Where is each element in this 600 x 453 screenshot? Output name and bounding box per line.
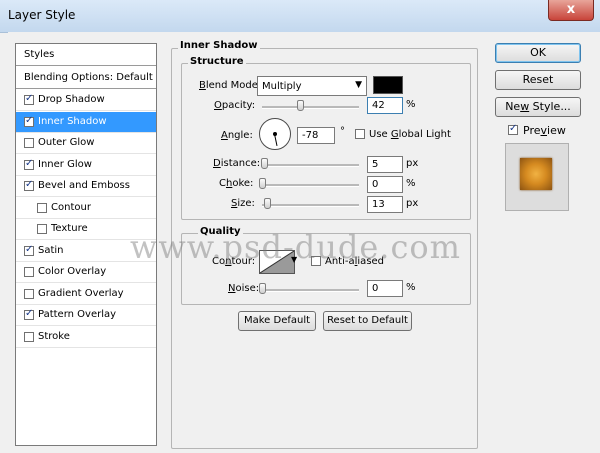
noise-field[interactable]: 0 — [367, 280, 403, 297]
use-global-light-checkbox[interactable] — [355, 129, 365, 139]
choke-unit: % — [406, 178, 416, 189]
style-item-label: Inner Shadow — [38, 115, 107, 127]
noise-slider-track[interactable] — [262, 289, 359, 292]
new-style-button[interactable]: New Style... — [495, 97, 581, 117]
style-item-label: Satin — [38, 244, 64, 256]
style-item-checkbox[interactable] — [24, 93, 34, 105]
styles-header[interactable]: Styles — [16, 44, 156, 66]
style-item-checkbox[interactable] — [37, 224, 47, 234]
watermark: www.psd-dude.com — [130, 228, 461, 266]
size-field[interactable]: 13 — [367, 196, 403, 213]
style-item-checkbox[interactable] — [24, 158, 34, 170]
blending-options-label: Blending Options: Default — [24, 72, 153, 83]
style-item[interactable]: Inner Shadow — [16, 111, 156, 133]
style-item-label: Gradient Overlay — [38, 287, 124, 299]
style-item-label: Inner Glow — [38, 158, 92, 170]
style-item-label: Pattern Overlay — [38, 309, 117, 320]
layer-style-dialog: Layer Style x Styles Blending Options: D… — [0, 0, 600, 453]
blend-mode-value: Multiply — [262, 81, 302, 92]
style-item-label: Color Overlay — [38, 266, 107, 277]
style-item[interactable]: Stroke — [16, 327, 156, 348]
structure-title: Structure — [188, 56, 246, 67]
style-item-label: Contour — [51, 201, 91, 213]
opacity-slider-track[interactable] — [262, 106, 359, 109]
opacity-slider-thumb[interactable] — [296, 100, 304, 111]
use-global-light-label: Use Global Light — [369, 129, 451, 140]
style-item-checkbox[interactable] — [24, 179, 34, 191]
style-item[interactable]: Contour — [16, 198, 156, 219]
make-default-button[interactable]: Make Default — [238, 311, 316, 331]
choke-label: Choke: — [219, 178, 254, 189]
style-item-checkbox[interactable] — [24, 331, 34, 342]
ok-button[interactable]: OK — [495, 43, 581, 63]
angle-label: Angle: — [221, 130, 253, 141]
style-item-checkbox[interactable] — [24, 244, 34, 256]
style-item-label: Drop Shadow — [38, 94, 105, 105]
blend-mode-label: Blend Mode: — [199, 80, 262, 91]
style-item-checkbox[interactable] — [37, 202, 47, 213]
angle-unit: ° — [340, 126, 345, 137]
preview-swatch — [520, 158, 552, 190]
style-item-checkbox[interactable] — [24, 288, 34, 299]
style-item[interactable]: Outer Glow — [16, 133, 156, 154]
style-item-label: Outer Glow — [38, 137, 95, 148]
distance-slider-track[interactable] — [262, 164, 359, 167]
noise-slider-thumb[interactable] — [259, 283, 266, 294]
preview-checkbox[interactable] — [508, 123, 518, 135]
preview-label: Preview — [523, 124, 566, 137]
title-bar: Layer Style x — [0, 0, 600, 33]
style-item-label: Texture — [51, 223, 88, 234]
noise-label: Noise: — [228, 283, 260, 294]
style-item-label: Bevel and Emboss — [38, 180, 130, 191]
angle-field[interactable]: -78 — [297, 127, 335, 144]
reset-button[interactable]: Reset — [495, 70, 581, 90]
style-item-label: Stroke — [38, 330, 70, 342]
blending-options-item[interactable]: Blending Options: Default — [16, 67, 156, 89]
style-item-checkbox[interactable] — [24, 138, 34, 148]
style-item[interactable]: Pattern Overlay — [16, 305, 156, 326]
style-item[interactable]: Inner Glow — [16, 155, 156, 176]
reset-to-default-button[interactable]: Reset to Default — [323, 311, 412, 331]
opacity-label: Opacity: — [214, 100, 256, 111]
style-item-checkbox[interactable] — [24, 308, 34, 320]
close-button[interactable]: x — [548, 0, 594, 21]
choke-slider-track[interactable] — [262, 184, 359, 187]
size-slider-track[interactable] — [262, 204, 359, 207]
style-preview-thumbnail — [505, 143, 569, 211]
blend-mode-select[interactable]: Multiply ▼ — [257, 76, 367, 96]
choke-slider-thumb[interactable] — [259, 178, 266, 189]
styles-header-label: Styles — [24, 49, 55, 60]
style-item[interactable]: Bevel and Emboss — [16, 176, 156, 197]
style-item[interactable]: Gradient Overlay — [16, 284, 156, 305]
distance-label: Distance: — [213, 158, 261, 169]
style-item[interactable]: Drop Shadow — [16, 90, 156, 111]
close-icon: x — [566, 2, 576, 17]
size-unit: px — [406, 198, 419, 209]
chevron-down-icon: ▼ — [355, 80, 362, 90]
distance-slider-thumb[interactable] — [260, 158, 268, 169]
style-item-checkbox[interactable] — [24, 267, 34, 277]
choke-field[interactable]: 0 — [367, 176, 403, 193]
size-label: Size: — [231, 198, 255, 209]
size-slider-thumb[interactable] — [263, 198, 271, 209]
distance-field[interactable]: 5 — [367, 156, 403, 173]
noise-unit: % — [406, 282, 416, 293]
window-title: Layer Style — [8, 8, 76, 22]
style-item-checkbox[interactable] — [24, 115, 34, 127]
opacity-field[interactable]: 42 — [367, 97, 403, 114]
shadow-color-swatch[interactable] — [373, 76, 403, 94]
distance-unit: px — [406, 158, 419, 169]
panel-title: Inner Shadow — [178, 40, 260, 51]
angle-dial[interactable] — [259, 118, 291, 150]
opacity-unit: % — [406, 99, 416, 110]
